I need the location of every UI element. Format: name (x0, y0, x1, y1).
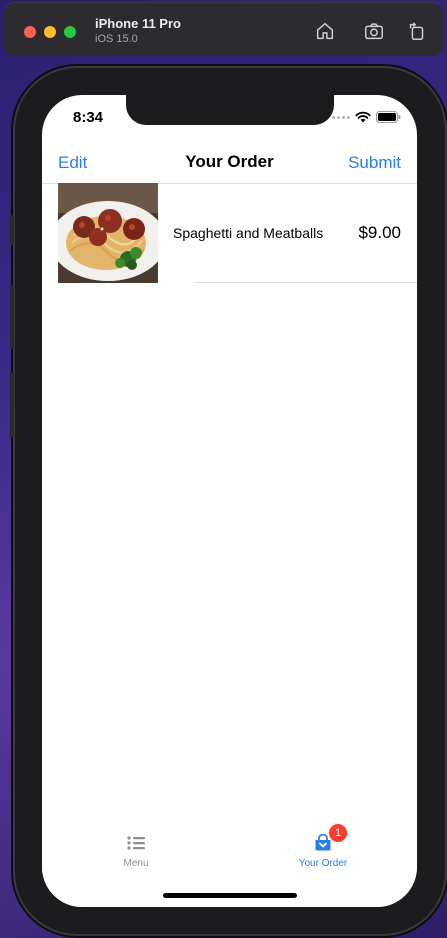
item-price: $9.00 (358, 223, 401, 242)
simulator-title-bar: iPhone 11 Pro iOS 15.0 (4, 2, 443, 56)
status-icons (332, 111, 401, 123)
home-button[interactable] (313, 19, 337, 43)
device-screen: 8:34 Edit Your Order Submit Spaghetti an… (42, 95, 417, 907)
tab-menu[interactable]: Menu (86, 832, 186, 869)
volume-down-button (10, 373, 14, 437)
home-icon (316, 22, 334, 40)
zoom-window-button[interactable] (64, 26, 76, 38)
home-indicator (163, 893, 297, 898)
row-divider (193, 282, 417, 283)
rotate-button[interactable] (405, 19, 429, 43)
tab-your-order[interactable]: 1 Your Order (273, 824, 373, 869)
order-item-row[interactable]: Spaghetti and Meatballs $9.00 (42, 183, 417, 283)
item-name: Spaghetti and Meatballs (173, 225, 324, 241)
simulator-os-version: iOS 15.0 (95, 33, 138, 45)
spaghetti-meatballs-photo (58, 183, 158, 283)
tab-your-order-label: Your Order (298, 858, 348, 869)
close-window-button[interactable] (24, 26, 36, 38)
battery-icon (376, 111, 401, 123)
notch (126, 95, 334, 125)
navigation-bar: Edit Your Order Submit (42, 147, 417, 183)
order-count-badge: 1 (329, 824, 347, 842)
list-icon (127, 836, 145, 850)
mute-switch (10, 215, 14, 245)
minimize-window-button[interactable] (44, 26, 56, 38)
submit-button[interactable]: Submit (348, 153, 401, 173)
cellular-icon (332, 115, 350, 119)
wifi-icon (355, 111, 371, 123)
status-time: 8:34 (73, 109, 104, 126)
screenshot-button[interactable] (362, 19, 386, 43)
volume-up-button (10, 285, 14, 349)
simulator-device-name: iPhone 11 Pro (95, 16, 181, 31)
screenshot-icon (365, 23, 383, 40)
tab-menu-label: Menu (123, 858, 149, 869)
rotate-icon (409, 22, 424, 40)
